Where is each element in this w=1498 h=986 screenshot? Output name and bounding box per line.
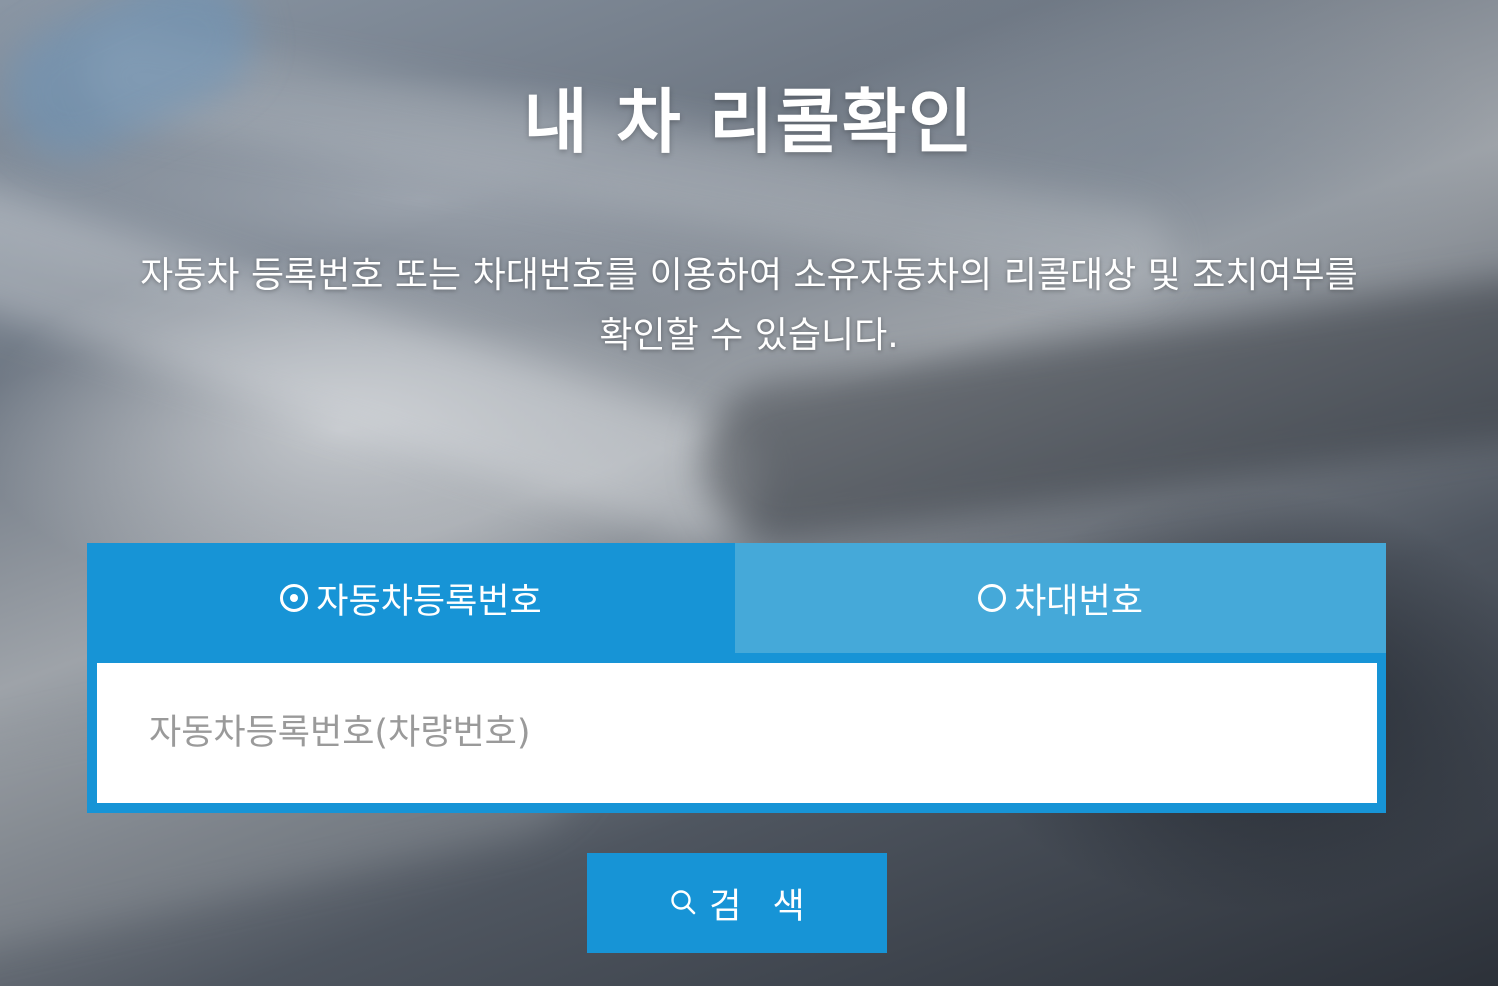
tab-registration-number-label: 자동차등록번호 (316, 581, 542, 622)
search-input-wrapper (97, 663, 1377, 803)
registration-number-input[interactable] (97, 663, 1377, 803)
search-button-label: 검 색 (709, 886, 815, 927)
search-icon (671, 890, 696, 915)
description-line-2: 확인할 수 있습니다. (599, 315, 899, 356)
radio-unchecked-icon (978, 584, 1007, 612)
page-description: 자동차 등록번호 또는 차대번호를 이용하여 소유자동차의 리콜대상 및 조치여… (60, 246, 1438, 366)
tab-vin-label: 차대번호 (1014, 581, 1143, 622)
page-title: 내 차 리콜확인 (523, 81, 975, 163)
radio-checked-icon (280, 584, 309, 612)
tab-registration-number[interactable]: 자동차등록번호 (87, 543, 735, 653)
search-button[interactable]: 검 색 (587, 853, 887, 953)
recall-check-section: 내 차 리콜확인 자동차 등록번호 또는 차대번호를 이용하여 소유자동차의 리… (0, 0, 1498, 986)
search-panel: 자동차등록번호 차대번호 (87, 543, 1386, 813)
tab-vin[interactable]: 차대번호 (735, 543, 1386, 653)
description-line-1: 자동차 등록번호 또는 차대번호를 이용하여 소유자동차의 리콜대상 및 조치여… (140, 255, 1358, 296)
